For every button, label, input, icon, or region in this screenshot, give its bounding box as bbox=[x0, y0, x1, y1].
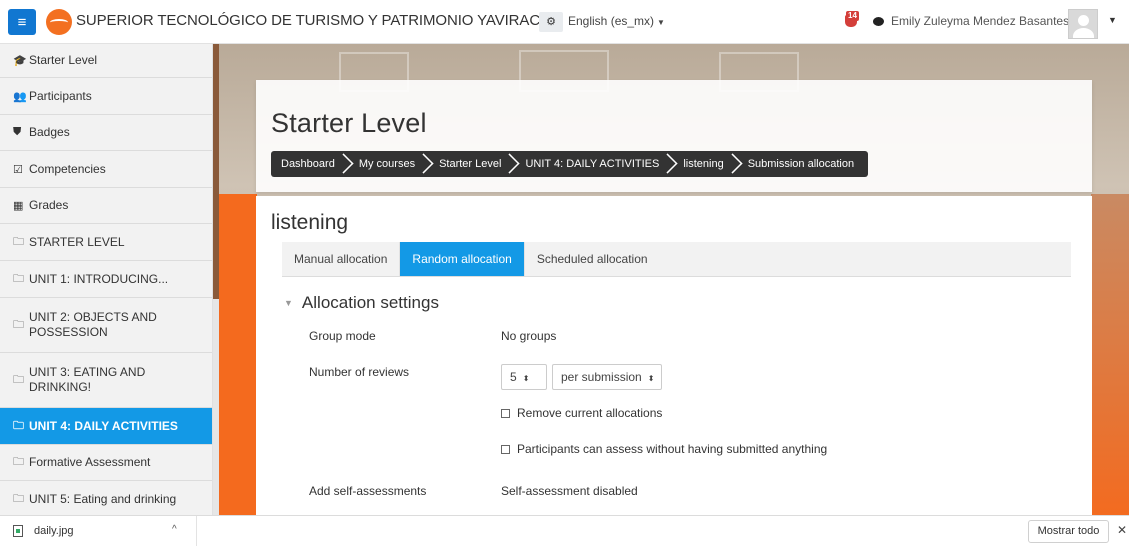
image-file-icon bbox=[13, 525, 23, 537]
sidebar-item-formative-assessment[interactable]: 🗀 Formative Assessment bbox=[0, 445, 212, 481]
site-logo[interactable] bbox=[46, 9, 72, 35]
sidebar-item-unit-1[interactable]: 🗀 UNIT 1: INTRODUCING... bbox=[0, 261, 212, 298]
sidebar-item-label: Competencies bbox=[29, 161, 106, 176]
graduation-cap-icon: 🎓 bbox=[13, 55, 27, 67]
folder-icon: 🗀 bbox=[13, 235, 24, 248]
allocation-tabs: Manual allocation Random allocation Sche… bbox=[282, 242, 1071, 277]
collapse-triangle-icon: ▼ bbox=[284, 298, 293, 308]
checkbox[interactable] bbox=[501, 444, 510, 454]
download-item[interactable]: daily.jpg ^ bbox=[0, 516, 197, 546]
number-of-reviews-select[interactable]: 5 ⬍ bbox=[501, 364, 547, 390]
section-title: Allocation settings bbox=[301, 293, 439, 312]
language-menu[interactable]: English (es_mx) ▼ bbox=[568, 14, 665, 28]
sidebar-item-label: UNIT 5: Eating and drinking bbox=[29, 491, 177, 506]
breadcrumb-item-dashboard[interactable]: Dashboard bbox=[275, 151, 354, 177]
show-all-downloads-button[interactable]: Mostrar todo bbox=[1028, 520, 1109, 543]
background-image-right bbox=[1091, 194, 1129, 515]
gear-icon[interactable]: ⚙ bbox=[539, 12, 563, 32]
sidebar-item-label: Participants bbox=[29, 88, 92, 103]
sidebar-item-label: Starter Level bbox=[29, 53, 98, 67]
sidebar-item-starter-level[interactable]: 🎓 Starter Level bbox=[0, 44, 212, 78]
folder-icon: 🗀 bbox=[13, 456, 24, 468]
checkbox-label: Participants can assess without having s… bbox=[517, 442, 828, 456]
hamburger-menu-button[interactable]: ≡ bbox=[8, 9, 36, 35]
sidebar-item-label: UNIT 3: EATING AND DRINKING! bbox=[29, 365, 146, 394]
language-label: English (es_mx) bbox=[568, 14, 655, 28]
check-square-icon: ☑ bbox=[13, 163, 23, 176]
close-icon[interactable]: ✕ bbox=[1117, 523, 1127, 537]
sidebar-item-participants[interactable]: 👥 Participants bbox=[0, 78, 212, 115]
main-region: Starter Level Dashboard My courses Start… bbox=[219, 44, 1129, 515]
sidebar-item-unit-5[interactable]: 🗀 UNIT 5: Eating and drinking bbox=[0, 481, 212, 515]
breadcrumb: Dashboard My courses Starter Level UNIT … bbox=[271, 151, 869, 177]
sidebar-item-label: Formative Assessment bbox=[29, 455, 151, 469]
page-title: Starter Level bbox=[271, 108, 427, 138]
sidebar-item-label: UNIT 4: DAILY ACTIVITIES bbox=[29, 418, 178, 433]
download-file-name: daily.jpg bbox=[34, 525, 74, 537]
sidebar-item-starter-level-section[interactable]: 🗀 STARTER LEVEL bbox=[0, 224, 212, 261]
sidebar-item-label: STARTER LEVEL bbox=[29, 234, 125, 249]
top-navbar: ≡ SUPERIOR TECNOLÓGICO DE TURISMO Y PATR… bbox=[0, 0, 1129, 44]
reviews-per-select[interactable]: per submission ⬍ bbox=[552, 364, 662, 390]
folder-icon: 🗀 bbox=[13, 419, 24, 432]
remove-allocations-checkbox[interactable]: Remove current allocations bbox=[501, 406, 662, 420]
sidebar-item-unit-4[interactable]: 🗀 UNIT 4: DAILY ACTIVITIES bbox=[0, 408, 212, 445]
page-header: Starter Level Dashboard My courses Start… bbox=[256, 80, 1092, 192]
activity-content: listening Manual allocation Random alloc… bbox=[256, 196, 1092, 515]
tab-scheduled-allocation[interactable]: Scheduled allocation bbox=[523, 242, 660, 276]
sidebar-item-label: UNIT 1: INTRODUCING... bbox=[29, 271, 169, 286]
chevron-down-icon: ▼ bbox=[657, 18, 665, 27]
group-mode-value: No groups bbox=[501, 329, 557, 343]
sidebar-item-unit-2[interactable]: 🗀 UNIT 2: OBJECTS AND POSSESSION bbox=[0, 298, 212, 353]
sidebar-item-competencies[interactable]: ☑ Competencies bbox=[0, 151, 212, 188]
folder-icon: 🗀 bbox=[13, 272, 24, 285]
users-icon: 👥 bbox=[13, 90, 27, 103]
sidebar-item-unit-3[interactable]: 🗀 UNIT 3: EATING AND DRINKING! bbox=[0, 353, 212, 408]
chevron-updown-icon: ⬍ bbox=[647, 374, 655, 383]
user-name[interactable]: Emily Zuleyma Mendez Basantes bbox=[891, 14, 1069, 28]
breadcrumb-item-listening[interactable]: listening bbox=[669, 151, 743, 177]
tab-random-allocation[interactable]: Random allocation bbox=[399, 242, 524, 276]
notification-count-badge: 14 bbox=[846, 11, 859, 21]
sidebar-item-grades[interactable]: ▦ Grades bbox=[0, 188, 212, 224]
chevron-updown-icon: ⬍ bbox=[522, 374, 530, 383]
checkbox[interactable] bbox=[501, 408, 510, 418]
site-name[interactable]: SUPERIOR TECNOLÓGICO DE TURISMO Y PATRIM… bbox=[76, 12, 540, 29]
chevron-up-icon[interactable]: ^ bbox=[172, 524, 177, 535]
allocation-settings-header[interactable]: ▼ Allocation settings bbox=[284, 293, 439, 313]
sidebar-item-badges[interactable]: ⛊ Badges bbox=[0, 115, 212, 151]
chat-bubble-icon[interactable] bbox=[873, 17, 884, 26]
folder-icon: 🗀 bbox=[13, 373, 24, 386]
hamburger-icon: ≡ bbox=[17, 13, 27, 31]
activity-title: listening bbox=[271, 211, 349, 234]
breadcrumb-item-submission-allocation[interactable]: Submission allocation bbox=[734, 151, 868, 177]
checkbox-label: Remove current allocations bbox=[517, 406, 663, 420]
folder-icon: 🗀 bbox=[13, 492, 24, 505]
folder-icon: 🗀 bbox=[13, 318, 24, 331]
breadcrumb-item-my-courses[interactable]: My courses bbox=[345, 151, 434, 177]
sidebar-item-label: UNIT 2: OBJECTS AND POSSESSION bbox=[29, 310, 157, 339]
user-menu-chevron-icon[interactable]: ▼ bbox=[1108, 15, 1117, 25]
assess-without-submitting-checkbox[interactable]: Participants can assess without having s… bbox=[501, 442, 827, 456]
breadcrumb-item-starter-level[interactable]: Starter Level bbox=[425, 151, 521, 177]
course-sidebar: 🎓 Starter Level 👥 Participants ⛊ Badges … bbox=[0, 44, 213, 515]
browser-download-bar: daily.jpg ^ Mostrar todo ✕ bbox=[0, 515, 1129, 546]
sidebar-item-label: Grades bbox=[29, 198, 69, 212]
table-icon: ▦ bbox=[13, 200, 24, 212]
self-assessment-value: Self-assessment disabled bbox=[501, 484, 638, 498]
group-mode-label: Group mode bbox=[309, 329, 376, 343]
avatar[interactable] bbox=[1068, 9, 1098, 39]
tab-manual-allocation[interactable]: Manual allocation bbox=[282, 242, 399, 276]
shield-icon: ⛊ bbox=[13, 126, 22, 138]
background-image-left bbox=[219, 194, 257, 515]
self-assessment-label: Add self-assessments bbox=[309, 484, 427, 498]
number-of-reviews-label: Number of reviews bbox=[309, 365, 410, 379]
sidebar-item-label: Badges bbox=[29, 125, 70, 139]
notification-bell-icon[interactable]: 14 bbox=[845, 11, 859, 29]
breadcrumb-item-unit-4[interactable]: UNIT 4: DAILY ACTIVITIES bbox=[511, 151, 678, 177]
